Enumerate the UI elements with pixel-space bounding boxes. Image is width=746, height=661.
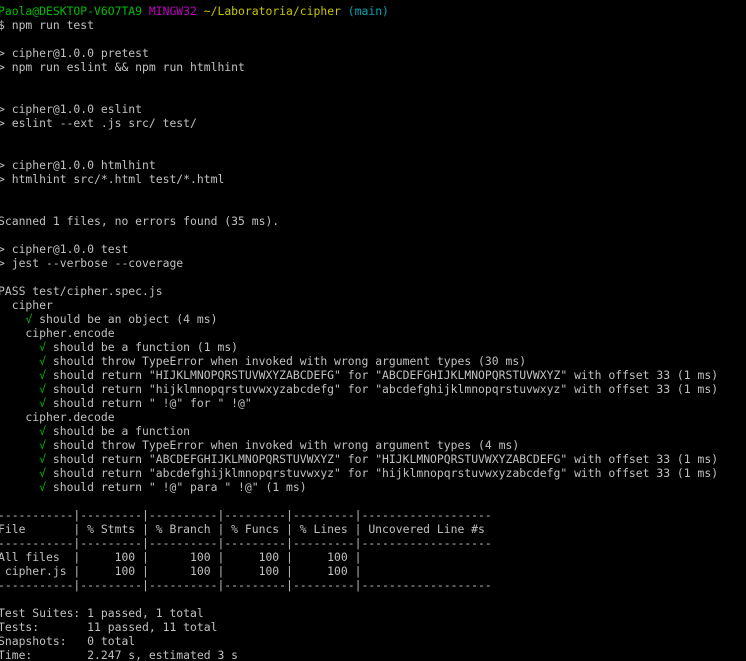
test-group-decode: cipher.decode (0, 410, 115, 424)
prompt-path: ~/Laboratoria/cipher (203, 4, 341, 18)
test-label: should be a function (1 ms) (52, 340, 239, 354)
encode-tests: √ should be a function (1 ms) √ should t… (0, 340, 746, 410)
test-result: √ should be a function (0, 424, 746, 438)
test-label: should return "abcdefghijklmnopqrstuvwxy… (52, 466, 719, 480)
summary-line: Snapshots: 0 total (0, 634, 136, 648)
summary-line: Test Suites: 1 passed, 1 total (0, 606, 204, 620)
test-label: should be a function (52, 424, 191, 438)
test-result: √ should be a function (1 ms) (0, 340, 746, 354)
test-label: should throw TypeError when invoked with… (52, 438, 520, 452)
output-line: PASS test/cipher.spec.js (0, 284, 163, 298)
test-result: √ should be an object (4 ms) (0, 312, 746, 326)
test-summary: Test Suites: 1 passed, 1 total Tests: 11 … (0, 606, 746, 661)
check-icon: √ (39, 368, 47, 382)
test-label: should throw TypeError when invoked with… (52, 354, 527, 368)
test-result: √ should return "ABCDEFGHIJKLMNOPQRSTUVW… (0, 452, 746, 466)
test-group-encode: cipher.encode (0, 326, 115, 340)
decode-tests: √ should be a function √ should throw Ty… (0, 424, 746, 494)
check-icon: √ (39, 382, 47, 396)
check-icon: √ (39, 396, 47, 410)
check-icon: √ (39, 452, 47, 466)
coverage-row: All files | 100 | 100 | 100 | 100 | (0, 550, 362, 564)
output-line: > npm run eslint && npm run htmlhint (0, 60, 245, 74)
output-line: > cipher@1.0.0 htmlhint (0, 158, 156, 172)
check-icon: √ (39, 480, 47, 494)
output-line: > eslint --ext .js src/ test/ (0, 116, 197, 130)
coverage-row: File | % Stmts | % Branch | % Funcs | % … (0, 522, 485, 536)
test-result: √ should return " !@" para " !@" (1 ms) (0, 480, 746, 494)
check-icon: √ (39, 424, 47, 438)
check-icon: √ (39, 438, 47, 452)
test-suite-name: cipher (0, 298, 53, 312)
test-result: √ should return "hijklmnopqrstuvwxyzabcd… (0, 382, 746, 396)
test-result: √ should return "abcdefghijklmnopqrstuvw… (0, 466, 746, 480)
coverage-row: cipher.js | 100 | 100 | 100 | 100 | (0, 564, 362, 578)
test-label: should return " !@" for " !@" (52, 396, 252, 410)
output-line: > cipher@1.0.0 pretest (0, 46, 149, 60)
check-icon: √ (39, 466, 47, 480)
output-line: > cipher@1.0.0 eslint (0, 102, 143, 116)
check-icon: √ (25, 312, 33, 326)
test-label: should return "ABCDEFGHIJKLMNOPQRSTUVWXY… (52, 452, 719, 466)
prompt-user-host: Paola@DESKTOP-V6O7TA9 (0, 4, 143, 18)
test-label: should return " !@" para " !@" (1 ms) (52, 480, 307, 494)
output-line: > jest --verbose --coverage (0, 256, 184, 270)
test-label: should be an object (4 ms) (39, 312, 218, 326)
coverage-row (0, 494, 746, 508)
prompt-env: MINGW32 (148, 4, 197, 18)
coverage-table: -----------|---------|----------|-------… (0, 494, 746, 592)
summary-line: Time: 2.247 s, estimated 3 s (0, 648, 239, 661)
output-line: Scanned 1 files, no errors found (35 ms)… (0, 214, 280, 228)
summary-line: Tests: 11 passed, 11 total (0, 620, 218, 634)
coverage-row: -----------|---------|----------|-------… (0, 508, 492, 522)
test-result: √ should return "HIJKLMNOPQRSTUVWXYZABCD… (0, 368, 746, 382)
test-label: should return "HIJKLMNOPQRSTUVWXYZABCDEF… (52, 368, 719, 382)
prompt-line: Paola@DESKTOP-V6O7TA9 MINGW32 ~/Laborato… (0, 4, 746, 18)
check-icon: √ (39, 354, 47, 368)
coverage-row: -----------|---------|----------|-------… (0, 578, 492, 592)
prompt-branch: (main) (347, 4, 389, 18)
output-top: > cipher@1.0.0 pretest > npm run eslint &… (0, 32, 746, 298)
output-line: > htmlhint src/*.html test/*.html (0, 172, 225, 186)
coverage-row: -----------|---------|----------|-------… (0, 536, 492, 550)
output-line: > cipher@1.0.0 test (0, 242, 129, 256)
terminal-window[interactable]: Paola@DESKTOP-V6O7TA9 MINGW32 ~/Laborato… (0, 0, 746, 661)
test-label: should return "hijklmnopqrstuvwxyzabcdef… (52, 382, 719, 396)
test-result: √ should throw TypeError when invoked wi… (0, 438, 746, 452)
check-icon: √ (39, 340, 47, 354)
command-line: $ npm run test (0, 18, 95, 32)
test-result: √ should return " !@" for " !@" (0, 396, 746, 410)
test-result: √ should throw TypeError when invoked wi… (0, 354, 746, 368)
